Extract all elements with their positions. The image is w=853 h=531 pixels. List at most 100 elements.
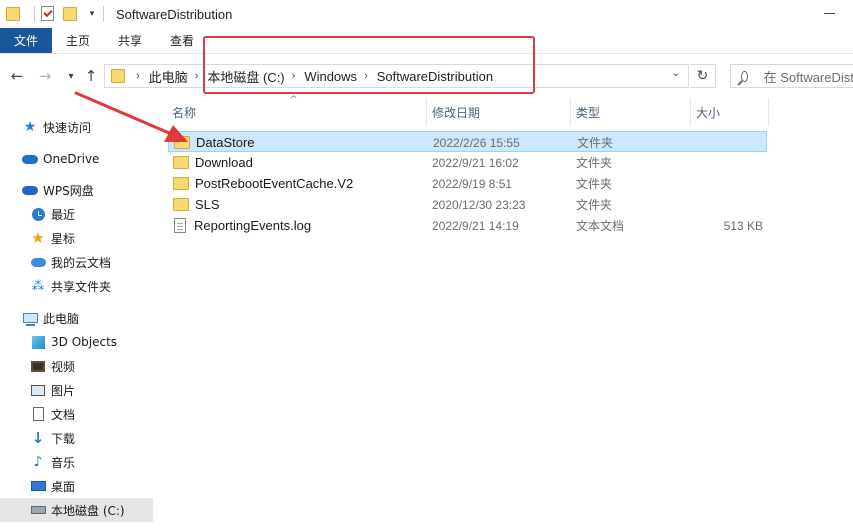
recent-locations-chevron-icon[interactable]: ▾ <box>62 67 80 85</box>
file-date: 2022/9/19 8:51 <box>432 176 513 191</box>
folder-icon <box>173 156 189 169</box>
sidebar-item-this-pc[interactable]: 此电脑 <box>0 306 153 330</box>
cloud-doc-icon <box>30 254 46 270</box>
sidebar-item-desktop[interactable]: 桌面 <box>0 474 153 498</box>
sidebar-item-label: 桌面 <box>51 479 76 494</box>
picture-icon <box>30 382 46 398</box>
breadcrumb-local-disk[interactable]: 本地磁盘 (C:) <box>207 67 284 86</box>
sidebar-item-starred[interactable]: ★ 星标 <box>0 226 153 250</box>
sidebar-item-label: 图片 <box>51 383 76 398</box>
address-history-chevron-icon[interactable]: ⌄ <box>672 68 680 79</box>
breadcrumb-this-pc[interactable]: 此电脑 <box>149 67 188 86</box>
file-name: SLS <box>195 197 220 212</box>
file-type: 文件夹 <box>577 136 614 150</box>
file-name-cell: DataStore <box>174 132 255 153</box>
sidebar-item-music[interactable]: ♪ 音乐 <box>0 450 153 474</box>
sidebar-item-recent[interactable]: 最近 <box>0 202 153 226</box>
file-name: Download <box>195 155 253 170</box>
tab-file[interactable]: 文件 <box>0 28 52 53</box>
file-size: 513 KB <box>723 218 763 233</box>
sidebar-item-label: 快速访问 <box>43 120 92 135</box>
search-placeholder: 在 SoftwareDistribution 中搜索 <box>763 69 853 85</box>
column-header-label: 修改日期 <box>432 105 481 120</box>
folder-icon <box>173 177 189 190</box>
forward-arrow-icon[interactable]: → <box>36 67 54 85</box>
sidebar-item-label: 我的云文档 <box>51 255 112 270</box>
breadcrumb-softwaredistribution[interactable]: SoftwareDistribution <box>377 69 493 84</box>
sidebar-item-downloads[interactable]: ↓ 下载 <box>0 426 153 450</box>
chevron-right-icon[interactable]: › <box>292 70 296 82</box>
sidebar-item-label: 本地磁盘 (C:) <box>51 503 125 518</box>
sidebar-item-3d-objects[interactable]: 3D Objects <box>0 330 153 354</box>
properties-icon[interactable] <box>41 6 57 22</box>
file-row-postrebooteventcache[interactable]: PostRebootEventCache.V2 2022/9/19 8:51 文… <box>168 173 767 194</box>
file-date: 2022/2/26 15:55 <box>433 135 520 150</box>
address-bar[interactable]: › 此电脑 › 本地磁盘 (C:) › Windows › SoftwareDi… <box>104 64 689 88</box>
computer-icon <box>22 310 38 326</box>
column-header-label: 大小 <box>696 105 721 120</box>
back-arrow-icon[interactable]: ← <box>8 67 26 85</box>
star-icon: ★ <box>23 119 37 135</box>
tab-home[interactable]: 主页 <box>52 28 104 53</box>
file-row-download[interactable]: Download 2022/9/21 16:02 文件夹 <box>168 152 767 173</box>
sidebar-item-videos[interactable]: 视频 <box>0 354 153 378</box>
sidebar-item-wps-cloud[interactable]: WPS网盘 <box>0 178 153 202</box>
minimize-icon[interactable] <box>824 13 835 14</box>
search-icon <box>741 70 748 82</box>
sidebar-item-quick-access[interactable]: ★ 快速访问 <box>0 115 153 139</box>
file-name: PostRebootEventCache.V2 <box>195 176 354 191</box>
navigation-bar: ← → ▾ ↑ › 此电脑 › 本地磁盘 (C:) › Windows › So… <box>0 54 853 98</box>
ribbon-tabs: 文件 主页 共享 查看 <box>0 28 853 54</box>
wps-cloud-icon <box>22 182 38 198</box>
music-icon: ♪ <box>33 454 43 470</box>
file-row-sls[interactable]: SLS 2020/12/30 23:23 文件夹 <box>168 194 767 215</box>
file-type: 文本文档 <box>576 219 625 233</box>
download-icon: ↓ <box>31 429 45 447</box>
column-header-date[interactable]: 修改日期 <box>426 98 570 126</box>
share-icon: ⁂ <box>31 278 45 294</box>
breadcrumb: › 此电脑 › 本地磁盘 (C:) › Windows › SoftwareDi… <box>129 67 493 86</box>
sidebar-item-documents[interactable]: 文档 <box>0 402 153 426</box>
refresh-icon[interactable]: ↻ <box>690 64 716 88</box>
search-box[interactable]: 在 SoftwareDistribution 中搜索 <box>730 64 853 88</box>
file-name-cell: ReportingEvents.log <box>173 215 311 236</box>
chevron-right-icon[interactable]: › <box>195 70 199 82</box>
sidebar-item-label: 此电脑 <box>43 311 80 326</box>
column-header-type[interactable]: 类型 <box>570 98 690 126</box>
column-divider[interactable] <box>768 98 769 126</box>
sidebar-item-local-disk-c[interactable]: 本地磁盘 (C:) <box>0 498 153 522</box>
file-row-datastore[interactable]: DataStore 2022/2/26 15:55 文件夹 <box>168 131 767 152</box>
sidebar-item-label: OneDrive <box>43 152 100 166</box>
column-header-size[interactable]: 大小 <box>690 98 770 126</box>
file-date: 2022/9/21 14:19 <box>432 218 519 233</box>
window-title: SoftwareDistribution <box>116 6 233 22</box>
up-arrow-icon[interactable]: ↑ <box>82 67 100 85</box>
file-type: 文件夹 <box>576 198 613 212</box>
column-header-label: 类型 <box>576 105 601 120</box>
desktop-icon <box>30 478 46 494</box>
toolbar-divider <box>103 6 104 22</box>
sidebar-item-onedrive[interactable]: OneDrive <box>0 147 153 171</box>
quick-access-toolbar: ▾ <box>0 0 110 28</box>
sidebar-item-pictures[interactable]: 图片 <box>0 378 153 402</box>
chevron-right-icon[interactable]: › <box>364 70 368 82</box>
tab-view[interactable]: 查看 <box>156 28 208 53</box>
sidebar-item-label: 视频 <box>51 359 76 374</box>
folder-icon <box>6 6 22 22</box>
sidebar-item-shared-folders[interactable]: ⁂ 共享文件夹 <box>0 274 153 298</box>
sidebar-item-label: 音乐 <box>51 455 76 470</box>
folder-icon <box>174 136 190 149</box>
breadcrumb-windows[interactable]: Windows <box>304 69 357 84</box>
customize-toolbar-chevron-icon[interactable]: ▾ <box>87 9 97 19</box>
chevron-right-icon[interactable]: › <box>136 70 140 82</box>
new-folder-icon[interactable] <box>63 6 79 22</box>
tab-share[interactable]: 共享 <box>104 28 156 53</box>
file-type: 文件夹 <box>576 156 613 170</box>
file-name-cell: SLS <box>173 194 220 215</box>
toolbar-divider <box>34 6 35 22</box>
clock-icon <box>30 206 46 222</box>
column-header-label: 名称 <box>172 105 197 120</box>
file-row-reportingevents-log[interactable]: ReportingEvents.log 2022/9/21 14:19 文本文档… <box>168 215 767 236</box>
file-type: 文件夹 <box>576 177 613 191</box>
sidebar-item-cloud-docs[interactable]: 我的云文档 <box>0 250 153 274</box>
